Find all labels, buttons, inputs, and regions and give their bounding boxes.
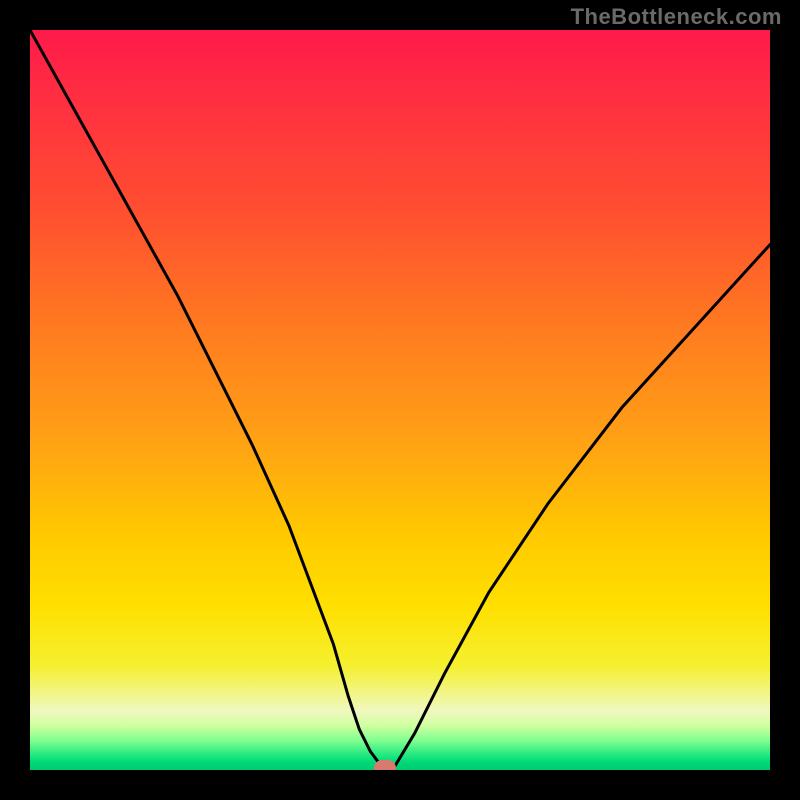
curve-svg	[30, 30, 770, 770]
bottleneck-curve	[30, 30, 770, 770]
target-marker	[374, 760, 396, 770]
plot-area	[30, 30, 770, 770]
chart-frame: TheBottleneck.com	[0, 0, 800, 800]
watermark-text: TheBottleneck.com	[571, 4, 782, 30]
